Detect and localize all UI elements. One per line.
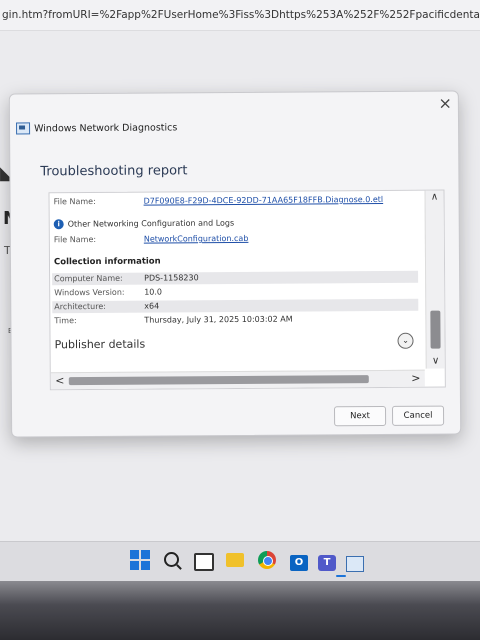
windows-version-row: Windows Version: 10.0 (54, 288, 162, 298)
browser-url-bar[interactable]: gin.htm?fromURI=%2Fapp%2FUserHome%3Fiss%… (0, 0, 480, 31)
file-explorer-icon[interactable] (226, 550, 248, 572)
horizontal-scroll-thumb[interactable] (68, 375, 369, 386)
time-value: Thursday, July 31, 2025 10:03:02 AM (144, 314, 293, 325)
report-title: Troubleshooting report (40, 163, 188, 180)
scroll-up-icon[interactable]: ∧ (425, 191, 443, 205)
file-name2-label: File Name: (53, 234, 97, 245)
collection-title: Collection information (53, 256, 161, 268)
active-app-indicator (336, 575, 346, 577)
next-button[interactable]: Next (333, 405, 387, 427)
network-configuration-link[interactable]: NetworkConfiguration.cab (144, 234, 249, 244)
computer-name-row: Computer Name: PDS-1158230 (54, 273, 199, 283)
title-row: Windows Network Diagnostics (16, 121, 178, 135)
app-title: Windows Network Diagnostics (34, 121, 178, 134)
cancel-button[interactable]: Cancel (391, 405, 445, 426)
task-view-icon[interactable] (194, 550, 216, 572)
network-diagnostics-dialog: × Windows Network Diagnostics Troublesho… (8, 90, 462, 438)
scroll-left-icon[interactable]: < (53, 373, 67, 389)
time-row: Time: Thursday, July 31, 2025 10:03:02 AM (54, 315, 292, 326)
search-icon[interactable] (162, 550, 184, 572)
vertical-scroll-thumb[interactable] (430, 310, 441, 349)
report-pane: File Name: D7F090E8-F29D-4DCE-92DD-71AA65… (48, 189, 446, 391)
windows-version-label: Windows Version: (54, 287, 125, 298)
chrome-icon[interactable] (258, 550, 280, 572)
network-diagnostics-taskbar-icon[interactable] (346, 556, 364, 572)
other-config-row: i Other Networking Configuration and Logs (53, 218, 235, 230)
start-icon[interactable] (130, 550, 152, 572)
outlook-icon[interactable]: O (290, 555, 308, 571)
publisher-details-label: Publisher details (54, 337, 146, 352)
screen-bezel (0, 581, 480, 640)
file-name-row: File Name: D7F090E8-F29D-4DCE-92DD-71AA65… (54, 195, 384, 206)
horizontal-scrollbar[interactable]: < > (50, 369, 425, 390)
other-config-label: Other Networking Configuration and Logs (67, 218, 235, 229)
file-name-label: File Name: (53, 196, 96, 207)
file-name-link[interactable]: D7F090E8-F29D-4DCE-92DD-71AA65F18FFB.Dia… (144, 195, 384, 206)
file-name2-row: File Name: NetworkConfiguration.cab (54, 234, 249, 244)
close-icon[interactable]: × (438, 93, 452, 112)
chevron-down-icon[interactable]: ⌄ (397, 332, 414, 349)
windows-version-value: 10.0 (144, 287, 163, 297)
report-content: File Name: D7F090E8-F29D-4DCE-92DD-71AA65… (50, 191, 425, 372)
taskbar: O T (0, 541, 480, 582)
vertical-scrollbar[interactable]: ∧ ∨ (424, 190, 445, 369)
architecture-row: Architecture: x64 (54, 302, 159, 312)
teams-icon[interactable]: T (318, 555, 336, 571)
computer-name-label: Computer Name: (54, 273, 123, 284)
time-label: Time: (54, 316, 77, 326)
publisher-details-row[interactable]: Publisher details (55, 338, 146, 352)
info-icon: i (53, 219, 64, 230)
scroll-down-icon[interactable]: ∨ (427, 355, 445, 369)
scroll-right-icon[interactable]: > (409, 371, 423, 387)
architecture-label: Architecture: (54, 301, 106, 312)
computer-name-value: PDS-1158230 (144, 273, 199, 283)
network-diagnostics-icon (16, 122, 31, 135)
architecture-value: x64 (144, 301, 160, 311)
